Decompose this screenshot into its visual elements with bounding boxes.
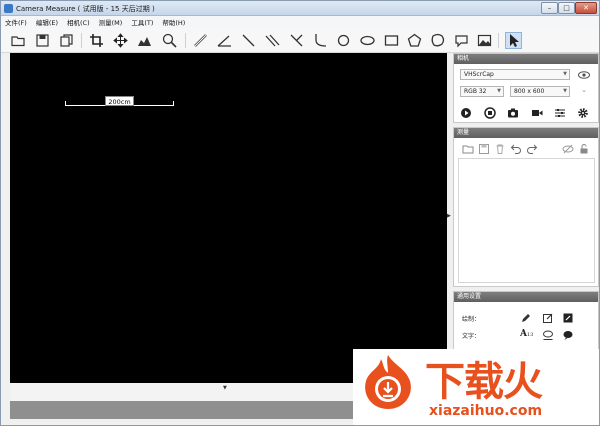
- menu-bar: 文件(F) 编辑(E) 相机(C) 测量(M) 工具(T) 帮助(H): [1, 16, 599, 28]
- camera-icon[interactable]: [507, 107, 519, 119]
- fill-icon[interactable]: [562, 312, 574, 324]
- title-bar[interactable]: Camera Measure ( 试用版 - 15 天后过期 ) – □ ✕: [1, 1, 599, 16]
- pencil-icon[interactable]: [520, 312, 532, 324]
- watermark-brand: 下载火: [425, 359, 543, 405]
- polygon-icon[interactable]: [407, 33, 422, 48]
- rectangle-icon[interactable]: [384, 33, 399, 48]
- menu-camera[interactable]: 相机(C): [67, 17, 90, 27]
- camera-canvas[interactable]: 200cm: [10, 53, 447, 383]
- format-select-value: RGB 32: [464, 88, 487, 95]
- adjust-icon[interactable]: [554, 107, 566, 119]
- undo-icon[interactable]: [510, 143, 522, 155]
- video-icon[interactable]: [531, 107, 543, 119]
- crop-icon[interactable]: [89, 33, 104, 48]
- scale-tick-left: [65, 101, 66, 106]
- app-icon: [4, 4, 13, 13]
- gear-icon[interactable]: [577, 107, 589, 119]
- resolution-select-value: 800 x 600: [514, 88, 545, 95]
- flame-logo-icon: [359, 353, 417, 411]
- minimize-button[interactable]: –: [541, 2, 558, 14]
- double-chevron-down-icon[interactable]: ⌄: [578, 86, 590, 98]
- watermark: 下载火 xiazaihuo.com: [353, 349, 599, 425]
- text-label: 文字：: [462, 333, 481, 340]
- menu-help[interactable]: 帮助(H): [162, 17, 185, 27]
- menu-measure[interactable]: 测量(M): [99, 17, 123, 27]
- toolbar-separator: [498, 33, 499, 48]
- menu-file[interactable]: 文件(F): [5, 17, 27, 27]
- speech-bubble-icon[interactable]: [562, 329, 574, 341]
- measure-panel-title: 测量: [454, 128, 598, 138]
- pointer-icon[interactable]: [505, 32, 522, 49]
- measurement-list[interactable]: [458, 158, 595, 283]
- ruler-icon[interactable]: [193, 33, 208, 48]
- chevron-right-icon[interactable]: ▶: [447, 213, 451, 219]
- curve-icon[interactable]: [313, 33, 328, 48]
- stop-icon[interactable]: [484, 107, 496, 119]
- cross-line-icon[interactable]: [289, 33, 304, 48]
- chevron-down-icon: ▼: [563, 71, 567, 77]
- window-title: Camera Measure ( 试用版 - 15 天后过期 ): [16, 5, 155, 13]
- comment-icon[interactable]: [454, 33, 469, 48]
- ellipse-icon[interactable]: [360, 33, 375, 48]
- app-window: Camera Measure ( 试用版 - 15 天后过期 ) – □ ✕ 文…: [0, 0, 600, 426]
- device-select-value: VHScrCap: [464, 71, 494, 78]
- settings-panel-title: 通用设置: [454, 292, 598, 302]
- eye-icon[interactable]: [578, 69, 590, 81]
- chevron-down-icon: ▼: [497, 88, 501, 94]
- line-icon[interactable]: [241, 33, 256, 48]
- folder-open-icon[interactable]: [462, 143, 474, 155]
- freeform-icon[interactable]: [430, 33, 445, 48]
- chevron-down-icon: ▼: [563, 88, 567, 94]
- scale-tick-right: [173, 101, 174, 106]
- maximize-button[interactable]: □: [558, 2, 575, 14]
- resolution-select[interactable]: 800 x 600 ▼: [510, 86, 570, 97]
- eye-off-icon[interactable]: [562, 143, 574, 155]
- device-select[interactable]: VHScrCap ▼: [460, 69, 570, 80]
- image-icon[interactable]: [477, 33, 492, 48]
- edit-icon[interactable]: [542, 312, 554, 324]
- redo-icon[interactable]: [526, 143, 538, 155]
- save-icon[interactable]: [478, 143, 490, 155]
- lock-icon[interactable]: [578, 143, 590, 155]
- zoom-icon[interactable]: [162, 33, 177, 48]
- toolbar: [1, 28, 599, 53]
- camera-panel: 相机 VHScrCap ▼ RGB 32 ▼ 800 x 600 ▼ ⌄: [453, 53, 599, 123]
- play-icon[interactable]: [460, 107, 472, 119]
- camera-panel-title: 相机: [454, 54, 598, 64]
- toolbar-separator: [81, 33, 82, 48]
- format-select[interactable]: RGB 32 ▼: [460, 86, 504, 97]
- trash-icon[interactable]: [494, 143, 506, 155]
- scale-label: 200cm: [105, 96, 134, 106]
- draw-label: 绘制：: [462, 316, 481, 323]
- left-strip: [1, 53, 10, 383]
- parallel-icon[interactable]: [265, 33, 280, 48]
- font-size-icon[interactable]: A13: [520, 329, 533, 339]
- text-style-icon[interactable]: [542, 329, 554, 341]
- menu-tools[interactable]: 工具(T): [131, 17, 153, 27]
- histogram-icon[interactable]: [137, 33, 152, 48]
- copy-icon[interactable]: [59, 33, 74, 48]
- angle-icon[interactable]: [217, 33, 232, 48]
- close-button[interactable]: ✕: [575, 2, 597, 14]
- open-icon[interactable]: [11, 33, 26, 48]
- save-icon[interactable]: [35, 33, 50, 48]
- circle-icon[interactable]: [336, 33, 351, 48]
- toolbar-separator: [185, 33, 186, 48]
- watermark-url: xiazaihuo.com: [429, 403, 543, 419]
- chevron-down-icon[interactable]: ▼: [223, 385, 227, 391]
- font-size-value: 13: [526, 332, 534, 338]
- measure-panel: 测量: [453, 127, 599, 287]
- menu-edit[interactable]: 编辑(E): [36, 17, 58, 27]
- settings-panel: 通用设置 绘制： 文字： A13: [453, 291, 599, 351]
- move-icon[interactable]: [113, 33, 128, 48]
